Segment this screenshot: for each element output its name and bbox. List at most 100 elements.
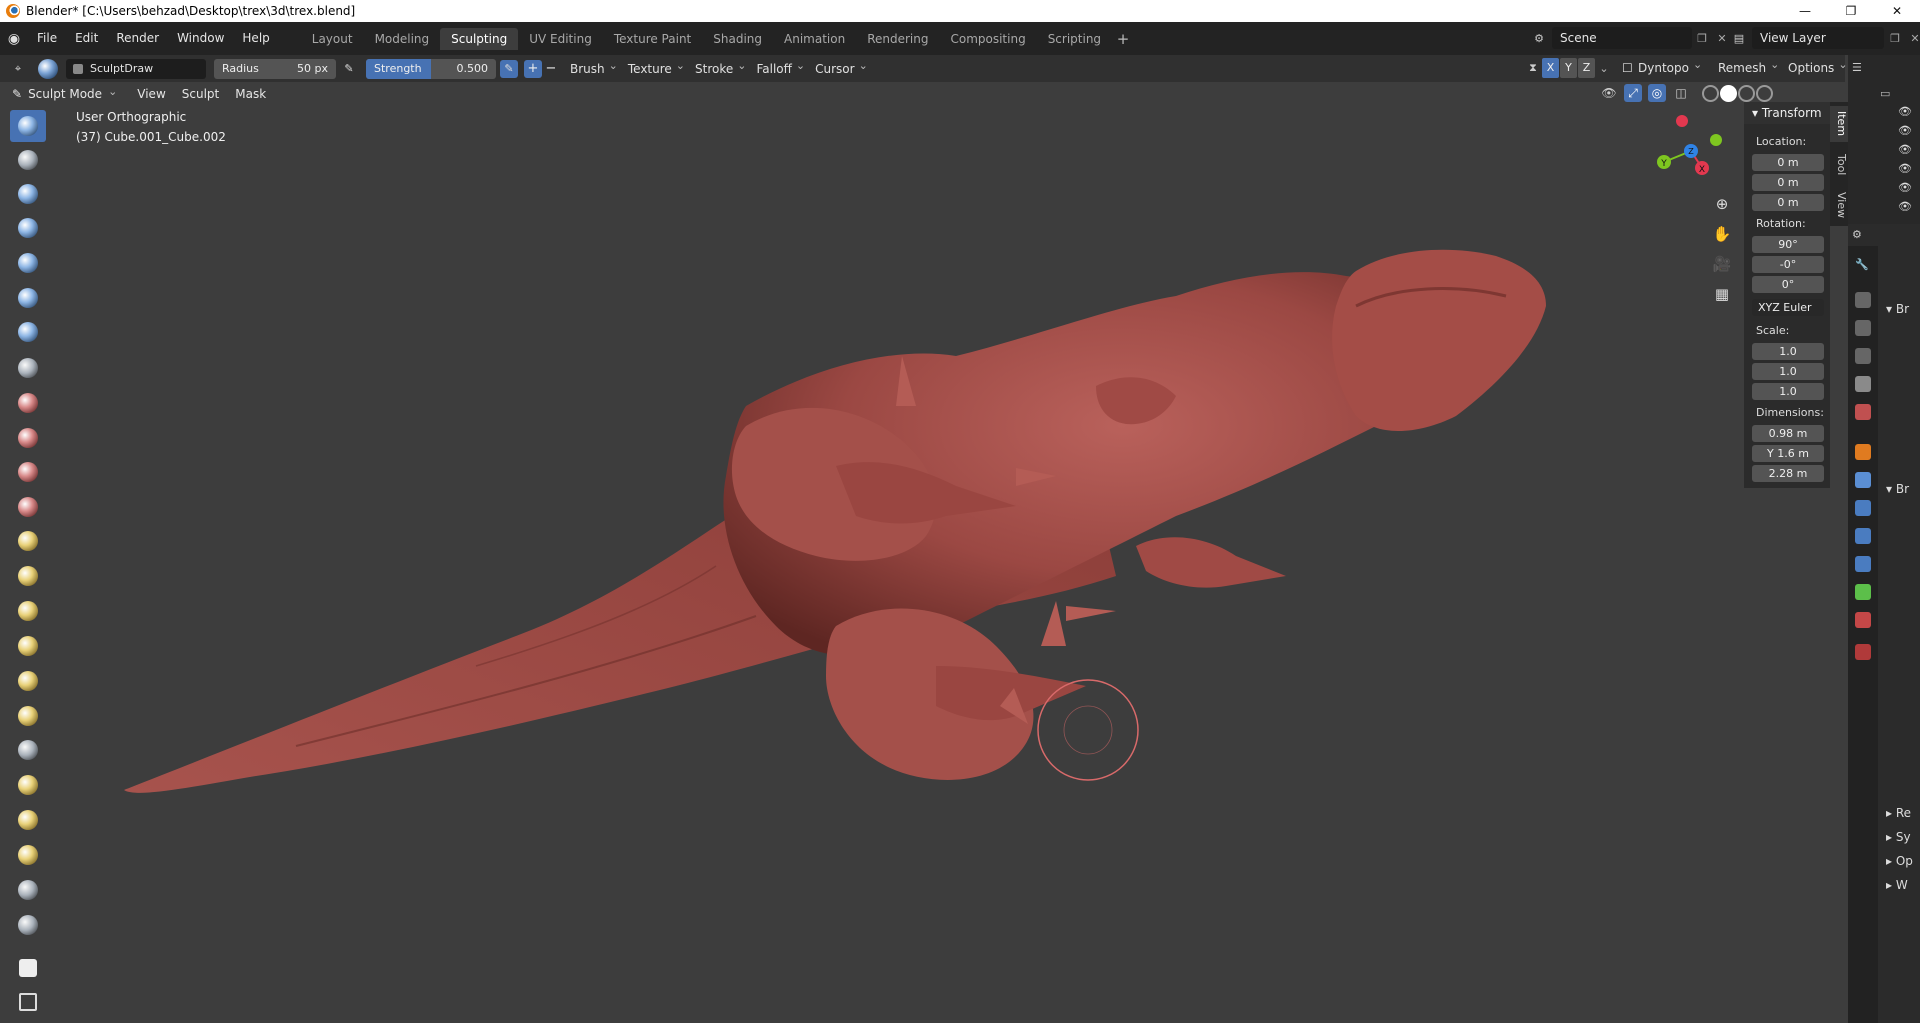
tool-pose[interactable] [10, 769, 46, 801]
properties-editor-icon[interactable]: ⚙ [1852, 228, 1862, 241]
direction-add-icon[interactable]: + [524, 59, 542, 78]
blender-menu-icon[interactable]: ◉ [0, 31, 28, 47]
workspace-section[interactable]: ▸ W [1886, 878, 1908, 892]
tab-modeling[interactable]: Modeling [364, 28, 441, 50]
rotation-mode-dropdown[interactable]: XYZ Euler [1752, 299, 1824, 316]
add-workspace-icon[interactable]: + [1112, 30, 1134, 48]
tab-animation[interactable]: Animation [773, 28, 856, 50]
tool-crease[interactable] [10, 387, 46, 419]
filter-icon[interactable]: ▭ [1880, 87, 1890, 100]
tab-compositing[interactable]: Compositing [939, 28, 1036, 50]
xray-toggle-icon[interactable]: ◫ [1672, 84, 1690, 102]
location-z-field[interactable]: 0 m [1752, 194, 1824, 211]
strength-pressure-icon[interactable]: ✎ [500, 59, 518, 78]
scale-y-field[interactable]: 1.0 [1752, 363, 1824, 380]
menu-render[interactable]: Render [107, 22, 168, 55]
object-tab-icon[interactable] [1855, 444, 1871, 460]
tab-uv-editing[interactable]: UV Editing [518, 28, 603, 50]
tool-cloth[interactable] [10, 909, 46, 941]
axis-y-toggle[interactable]: Y [1560, 58, 1577, 78]
tab-rendering[interactable]: Rendering [856, 28, 939, 50]
axis-z-toggle[interactable]: Z [1578, 58, 1595, 78]
radius-pressure-icon[interactable]: ✎ [340, 60, 358, 78]
rotation-x-field[interactable]: 90° [1752, 236, 1824, 253]
cursor-dropdown[interactable]: Cursor [815, 62, 868, 76]
strength-slider[interactable]: Strength 0.500 [366, 58, 496, 79]
tool-inflate[interactable] [10, 316, 46, 348]
axis-x-toggle[interactable]: X [1542, 58, 1559, 78]
solid-shading-icon[interactable] [1720, 84, 1737, 102]
visibility-eye-icon[interactable]: 👁 [1898, 105, 1912, 118]
navigation-gizmo[interactable]: Y X Z [1646, 106, 1736, 186]
tool-flatten[interactable] [10, 456, 46, 488]
visibility-eye-icon[interactable]: 👁 [1898, 200, 1912, 213]
tab-sculpting[interactable]: Sculpting [440, 27, 519, 50]
brush-dropdown[interactable]: Brush [570, 62, 618, 76]
ortho-grid-icon[interactable]: ▦ [1708, 280, 1736, 308]
physics-tab-icon[interactable] [1855, 528, 1871, 544]
tool-elastic-deform[interactable] [10, 665, 46, 697]
brush-section[interactable]: ▾ Br [1886, 302, 1909, 316]
tool-scrape[interactable] [10, 525, 46, 557]
tab-shading[interactable]: Shading [702, 28, 773, 50]
camera-view-icon[interactable]: 🎥 [1708, 250, 1736, 278]
gizmo-toggle-icon[interactable]: ⤢ [1624, 84, 1642, 102]
sculpt-mesh[interactable] [56, 106, 1746, 1023]
visibility-eye-icon[interactable]: 👁 [1898, 181, 1912, 194]
falloff-dropdown[interactable]: Falloff [756, 62, 805, 76]
tab-texture-paint[interactable]: Texture Paint [603, 28, 702, 50]
tool-fill[interactable] [10, 491, 46, 523]
rotation-z-field[interactable]: 0° [1752, 276, 1824, 293]
tool-rotate[interactable] [10, 839, 46, 871]
material-tab-icon[interactable] [1855, 612, 1871, 628]
visibility-icon[interactable]: 👁 [1600, 84, 1618, 102]
view-layer-tab-icon[interactable] [1855, 348, 1871, 364]
tool-layer[interactable] [10, 282, 46, 314]
modifier-tab-icon[interactable] [1855, 472, 1871, 488]
outliner-editor-icon[interactable]: ☰ [1852, 61, 1862, 74]
tab-view[interactable]: View [1830, 188, 1848, 222]
tool-grab[interactable] [10, 630, 46, 662]
visibility-eye-icon[interactable]: 👁 [1898, 143, 1912, 156]
menu-view[interactable]: View [129, 87, 173, 101]
overlay-toggle-icon[interactable]: ◎ [1648, 84, 1666, 102]
menu-sculpt[interactable]: Sculpt [174, 87, 227, 101]
remesh-dropdown[interactable]: Remesh [1718, 58, 1779, 78]
zoom-icon[interactable]: ⊕ [1708, 190, 1736, 218]
tab-layout[interactable]: Layout [301, 28, 364, 50]
dimensions-z-field[interactable]: 2.28 m [1752, 465, 1824, 482]
radius-slider[interactable]: Radius 50 px [214, 58, 336, 79]
minimize-button[interactable]: — [1782, 0, 1828, 22]
tool-thumb[interactable] [10, 734, 46, 766]
symmetry-section[interactable]: ▸ Sy [1886, 830, 1911, 844]
brush-name-field[interactable]: SculptDraw [66, 58, 206, 79]
tool-clay-strips[interactable] [10, 212, 46, 244]
dimensions-y-field[interactable]: Y 1.6 m [1752, 445, 1824, 462]
brush-preview-icon[interactable] [38, 58, 58, 79]
tab-scripting[interactable]: Scripting [1037, 28, 1112, 50]
tool-slide-relax[interactable] [10, 874, 46, 906]
gizmo-x-negative[interactable] [1676, 115, 1688, 127]
material-shading-icon[interactable] [1738, 84, 1755, 102]
tab-item[interactable]: Item [1830, 106, 1848, 142]
texture-dropdown[interactable]: Texture [628, 62, 685, 76]
tab-tool[interactable]: Tool [1830, 148, 1848, 182]
close-button[interactable]: ✕ [1874, 0, 1920, 22]
tool-clay-thumb[interactable] [10, 247, 46, 279]
data-tab-icon[interactable] [1855, 584, 1871, 600]
dyntopo-checkbox[interactable]: ☐ [1622, 58, 1633, 78]
scene-selector-icon[interactable]: ⚙ [1526, 27, 1552, 49]
stroke-dropdown[interactable]: Stroke [695, 62, 746, 76]
pan-hand-icon[interactable]: ✋ [1708, 220, 1736, 248]
gizmo-y-negative[interactable] [1710, 134, 1722, 146]
visibility-eye-icon[interactable]: 👁 [1898, 124, 1912, 137]
tool-blob[interactable] [10, 352, 46, 384]
scale-z-field[interactable]: 1.0 [1752, 383, 1824, 400]
maximize-button[interactable]: ❐ [1828, 0, 1874, 22]
menu-edit[interactable]: Edit [66, 22, 107, 55]
tool-box-mask[interactable] [10, 952, 46, 984]
output-tab-icon[interactable] [1855, 320, 1871, 336]
tool-snake-hook[interactable] [10, 700, 46, 732]
options-dropdown[interactable]: Options [1788, 58, 1848, 78]
tool-box-hide[interactable] [10, 986, 46, 1018]
